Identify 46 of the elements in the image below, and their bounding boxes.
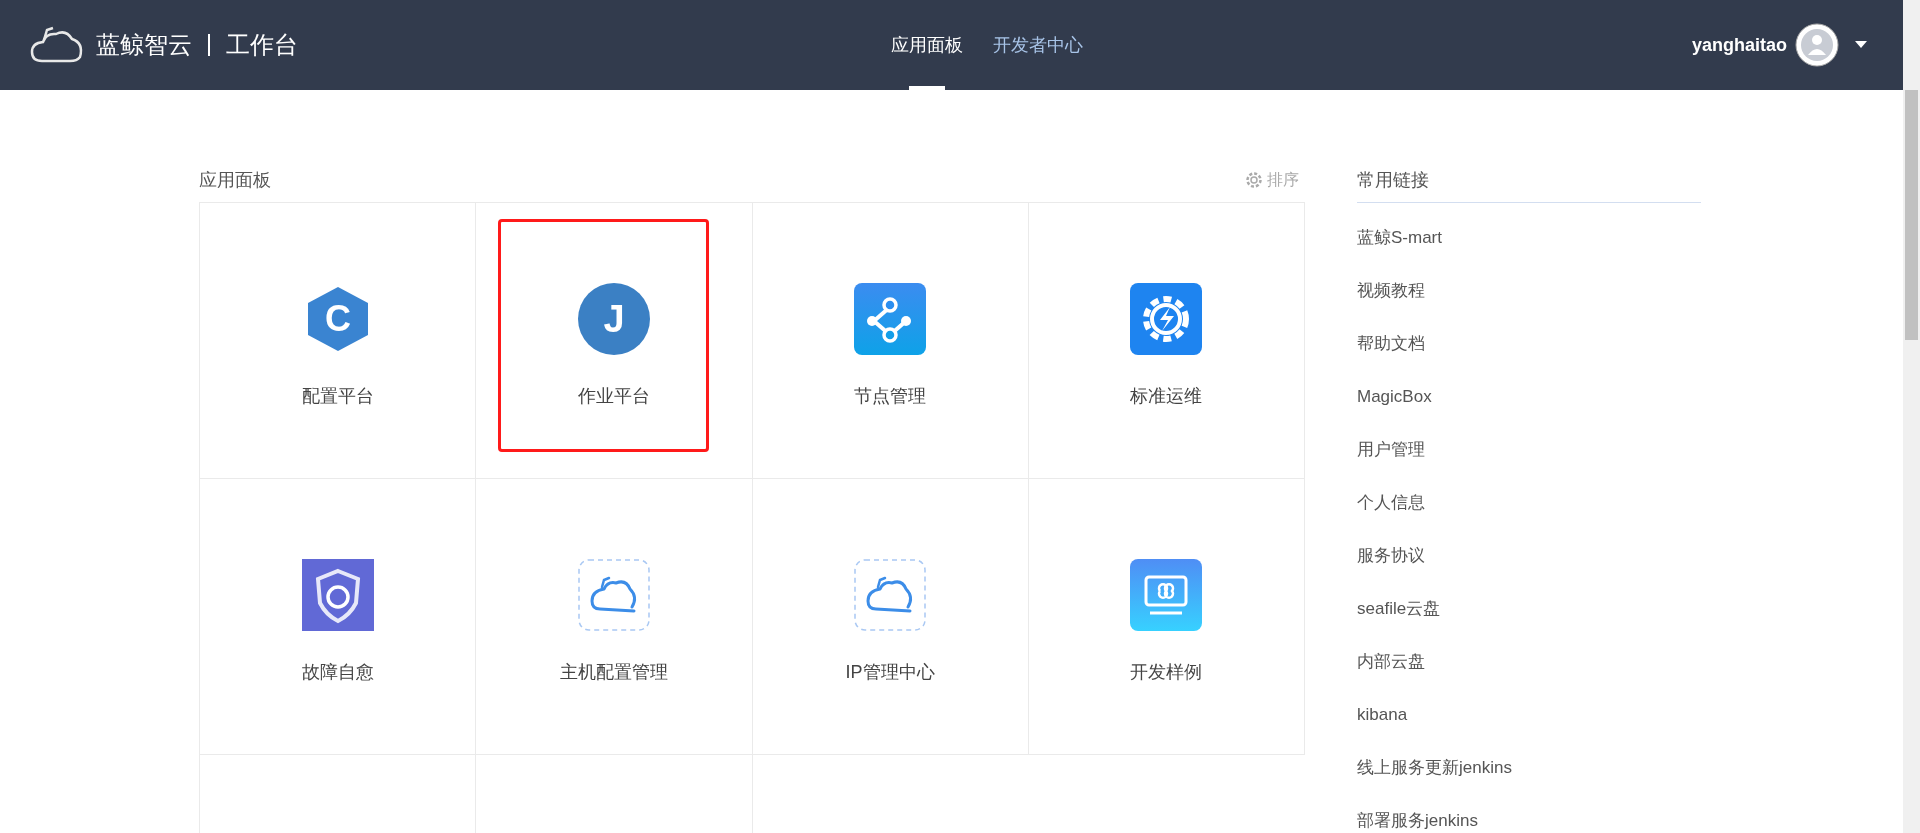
brand-name: 蓝鲸智云 bbox=[96, 30, 192, 60]
app-name: 开发样例 bbox=[1130, 661, 1203, 684]
quick-link[interactable]: MagicBox bbox=[1357, 383, 1432, 410]
app-name: 故障自愈 bbox=[301, 661, 374, 684]
app-name: 主机配置管理 bbox=[559, 661, 668, 684]
caret-icon[interactable] bbox=[1855, 41, 1867, 49]
app-tile[interactable]: C 配置平台 bbox=[200, 203, 477, 479]
quick-link[interactable]: 线上服务更新jenkins bbox=[1357, 754, 1512, 781]
app-name: 标准运维 bbox=[1130, 385, 1203, 408]
quick-link[interactable]: 个人信息 bbox=[1357, 489, 1425, 516]
app-tile[interactable]: 标准运维 bbox=[1028, 203, 1305, 479]
app-tile[interactable]: 主机配置管理 bbox=[476, 479, 753, 755]
nav-tab[interactable]: 开发者中心 bbox=[992, 0, 1083, 90]
product-name: 工作台 bbox=[226, 30, 298, 60]
quick-link[interactable]: 视频教程 bbox=[1357, 277, 1425, 304]
cloud-icon bbox=[854, 559, 927, 631]
app-tile[interactable]: 故障自愈 bbox=[200, 479, 477, 755]
app-name: 作业平台 bbox=[577, 385, 650, 408]
app-tile[interactable]: J 作业平台 bbox=[476, 203, 753, 479]
quick-link[interactable]: 服务协议 bbox=[1357, 542, 1425, 569]
settings-icon bbox=[1245, 171, 1263, 189]
shield-icon bbox=[301, 559, 374, 631]
links-title: 常用链接 bbox=[1357, 168, 1430, 192]
app-tile[interactable]: IP管理中心 bbox=[752, 479, 1029, 755]
nav-tab[interactable]: 应用面板 bbox=[890, 0, 963, 90]
app-name: 节点管理 bbox=[854, 385, 927, 408]
quick-link[interactable]: 用户管理 bbox=[1357, 436, 1425, 463]
cloud-icon bbox=[577, 559, 650, 631]
quick-link[interactable]: 帮助文档 bbox=[1357, 330, 1425, 357]
section-title: 应用面板 bbox=[199, 168, 271, 192]
app-tile[interactable]: 开发样例 bbox=[1028, 479, 1305, 755]
app-name: IP管理中心 bbox=[845, 661, 935, 684]
app-name: 配置平台 bbox=[301, 385, 374, 408]
connected-nodes-icon bbox=[854, 283, 927, 355]
quick-link[interactable]: seafile云盘 bbox=[1357, 595, 1441, 622]
quick-link[interactable]: 蓝鲸S-mart bbox=[1357, 224, 1442, 251]
avatar-icon[interactable] bbox=[1795, 23, 1839, 67]
app-tile[interactable]: 节点管理 bbox=[752, 203, 1029, 479]
monitor-icon bbox=[1130, 559, 1203, 631]
quick-link[interactable]: 内部云盘 bbox=[1357, 648, 1425, 675]
gear-bolt-icon bbox=[1130, 283, 1203, 355]
user-name[interactable]: yanghaitao bbox=[1691, 31, 1787, 59]
scrollbar[interactable] bbox=[1903, 0, 1920, 833]
circle-logo-icon: J bbox=[577, 283, 650, 355]
quick-link[interactable]: 部署服务jenkins bbox=[1357, 807, 1478, 833]
quick-link[interactable]: kibana bbox=[1357, 701, 1408, 728]
